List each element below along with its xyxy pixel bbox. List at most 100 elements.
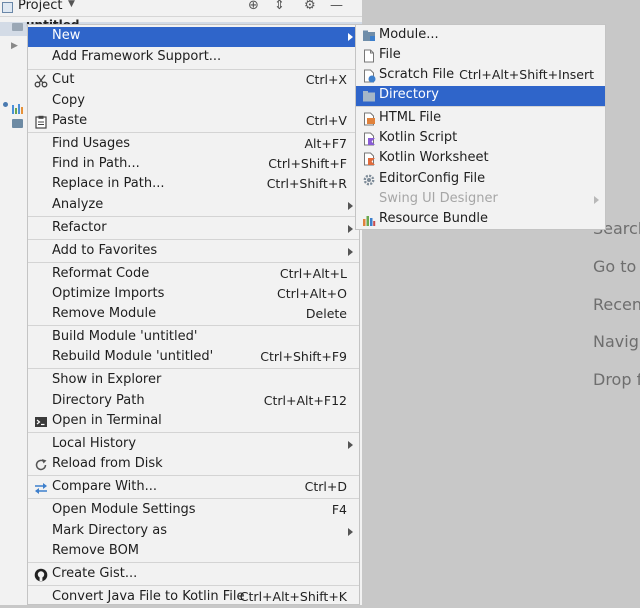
submenu-item-html-file[interactable]: HTML File bbox=[356, 109, 605, 129]
menu-item-shortcut: Ctrl+Alt+Shift+K bbox=[239, 589, 347, 604]
chevron-down-icon[interactable]: ▼ bbox=[68, 0, 75, 9]
menu-item-label: Add Framework Support... bbox=[52, 49, 222, 64]
menu-item-open-in-terminal[interactable]: Open in Terminal bbox=[28, 412, 359, 432]
menu-item-label: Open Module Settings bbox=[52, 502, 196, 517]
gear-icon bbox=[363, 174, 375, 186]
menu-separator bbox=[28, 368, 359, 369]
minimize-icon[interactable]: — bbox=[330, 0, 343, 13]
menu-separator bbox=[28, 262, 359, 263]
menu-item-label: Mark Directory as bbox=[52, 523, 167, 538]
menu-item-label: Analyze bbox=[52, 197, 104, 212]
hint-navigation: Navig bbox=[593, 332, 639, 351]
kotlin-worksheet-icon bbox=[364, 152, 375, 166]
menu-item-label: Add to Favorites bbox=[52, 243, 158, 258]
menu-item-open-module-settings[interactable]: Open Module Settings F4 bbox=[28, 501, 359, 521]
submenu-arrow-icon bbox=[348, 528, 353, 536]
menu-item-label: Find Usages bbox=[52, 136, 131, 151]
submenu-item-directory[interactable]: Directory bbox=[356, 86, 605, 106]
submenu-item-swing-ui-designer[interactable]: Swing UI Designer bbox=[356, 190, 605, 210]
project-header: Project ▼ ⊕ ⇕ ⚙ — bbox=[0, 0, 362, 17]
menu-item-directory-path[interactable]: Directory Path Ctrl+Alt+F12 bbox=[28, 392, 359, 412]
menu-item-label: Find in Path... bbox=[52, 156, 140, 171]
collapse-icon[interactable]: ⇕ bbox=[274, 0, 285, 13]
menu-item-label: Cut bbox=[52, 72, 75, 87]
menu-item-find-usages[interactable]: Find Usages Alt+F7 bbox=[28, 135, 359, 155]
submenu-item-kotlin-worksheet[interactable]: Kotlin Worksheet bbox=[356, 149, 605, 169]
menu-item-rebuild-module[interactable]: Rebuild Module 'untitled' Ctrl+Shift+F9 bbox=[28, 348, 359, 368]
chevron-right-icon[interactable]: ▶ bbox=[11, 41, 18, 51]
menu-item-copy[interactable]: Copy bbox=[28, 92, 359, 112]
submenu-item-editorconfig-file[interactable]: EditorConfig File bbox=[356, 170, 605, 190]
menu-item-reload-from-disk[interactable]: Reload from Disk bbox=[28, 455, 359, 475]
menu-item-label: Kotlin Script bbox=[379, 130, 458, 145]
new-submenu: Module... File Scratch File Ctrl+Alt+Shi… bbox=[355, 24, 606, 230]
menu-item-build-module[interactable]: Build Module 'untitled' bbox=[28, 328, 359, 348]
menu-separator bbox=[28, 239, 359, 240]
menu-item-remove-bom[interactable]: Remove BOM bbox=[28, 542, 359, 562]
menu-item-optimize-imports[interactable]: Optimize Imports Ctrl+Alt+O bbox=[28, 285, 359, 305]
hint-recent: Recent bbox=[593, 295, 640, 314]
scratches-icon bbox=[12, 119, 23, 128]
reload-icon bbox=[35, 459, 47, 471]
menu-item-find-in-path[interactable]: Find in Path... Ctrl+Shift+F bbox=[28, 155, 359, 175]
menu-item-label: Compare With... bbox=[52, 479, 158, 494]
menu-separator bbox=[28, 562, 359, 563]
menu-item-reformat-code[interactable]: Reformat Code Ctrl+Alt+L bbox=[28, 265, 359, 285]
menu-item-label: Reformat Code bbox=[52, 266, 150, 281]
menu-item-label: File bbox=[379, 47, 401, 62]
menu-item-refactor[interactable]: Refactor bbox=[28, 219, 359, 239]
menu-item-label: EditorConfig File bbox=[379, 171, 486, 186]
file-icon bbox=[364, 49, 374, 63]
menu-item-new[interactable]: New bbox=[28, 27, 359, 47]
menu-item-mark-directory-as[interactable]: Mark Directory as bbox=[28, 522, 359, 542]
context-menu: New Add Framework Support... Cut Ctrl+X … bbox=[27, 24, 360, 605]
menu-item-shortcut: Ctrl+Shift+R bbox=[266, 176, 347, 191]
menu-item-shortcut: Delete bbox=[305, 306, 347, 321]
menu-item-convert-java-to-kotlin[interactable]: Convert Java File to Kotlin File Ctrl+Al… bbox=[28, 588, 359, 608]
folder-icon bbox=[12, 23, 23, 31]
menu-item-label: Show in Explorer bbox=[52, 372, 162, 387]
menu-item-remove-module[interactable]: Remove Module Delete bbox=[28, 305, 359, 325]
gear-icon[interactable]: ⚙ bbox=[304, 0, 316, 13]
menu-item-label: Remove BOM bbox=[52, 543, 140, 558]
module-icon bbox=[363, 30, 375, 41]
menu-item-label: Copy bbox=[52, 93, 85, 108]
submenu-item-kotlin-script[interactable]: Kotlin Script bbox=[356, 129, 605, 149]
menu-item-shortcut: Ctrl+Alt+L bbox=[279, 266, 347, 281]
menu-separator bbox=[28, 69, 359, 70]
clipboard-icon bbox=[35, 115, 47, 129]
menu-item-shortcut: Ctrl+Alt+Shift+Insert bbox=[459, 67, 594, 82]
menu-separator bbox=[28, 325, 359, 326]
menu-item-cut[interactable]: Cut Ctrl+X bbox=[28, 71, 359, 91]
menu-item-add-framework-support[interactable]: Add Framework Support... bbox=[28, 48, 359, 68]
submenu-item-resource-bundle[interactable]: Resource Bundle bbox=[356, 210, 605, 230]
menu-separator bbox=[356, 106, 605, 107]
project-title[interactable]: Project bbox=[18, 0, 62, 13]
menu-item-local-history[interactable]: Local History bbox=[28, 435, 359, 455]
menu-item-compare-with[interactable]: Compare With... Ctrl+D bbox=[28, 478, 359, 498]
submenu-item-file[interactable]: File bbox=[356, 46, 605, 66]
menu-item-replace-in-path[interactable]: Replace in Path... Ctrl+Shift+R bbox=[28, 175, 359, 195]
menu-item-show-in-explorer[interactable]: Show in Explorer bbox=[28, 371, 359, 391]
terminal-icon bbox=[35, 417, 47, 427]
menu-item-shortcut: Ctrl+Shift+F bbox=[268, 156, 347, 171]
menu-item-create-gist[interactable]: Create Gist... bbox=[28, 565, 359, 585]
resource-bundle-icon bbox=[363, 216, 376, 226]
menu-item-paste[interactable]: Paste Ctrl+V bbox=[28, 112, 359, 132]
menu-separator bbox=[28, 432, 359, 433]
menu-item-label: New bbox=[52, 28, 81, 43]
menu-separator bbox=[28, 132, 359, 133]
submenu-item-module[interactable]: Module... bbox=[356, 26, 605, 46]
menu-item-label: Rebuild Module 'untitled' bbox=[52, 349, 214, 364]
folder-icon bbox=[363, 91, 375, 102]
project-view-icon bbox=[2, 2, 13, 13]
menu-separator bbox=[28, 585, 359, 586]
menu-item-label: Directory bbox=[379, 87, 439, 102]
html-file-icon bbox=[364, 112, 375, 126]
menu-item-add-to-favorites[interactable]: Add to Favorites bbox=[28, 242, 359, 262]
submenu-item-scratch-file[interactable]: Scratch File Ctrl+Alt+Shift+Insert bbox=[356, 66, 605, 86]
locate-icon[interactable]: ⊕ bbox=[248, 0, 259, 13]
menu-item-label: Convert Java File to Kotlin File bbox=[52, 589, 245, 604]
menu-item-analyze[interactable]: Analyze bbox=[28, 196, 359, 216]
menu-item-label: Reload from Disk bbox=[52, 456, 163, 471]
